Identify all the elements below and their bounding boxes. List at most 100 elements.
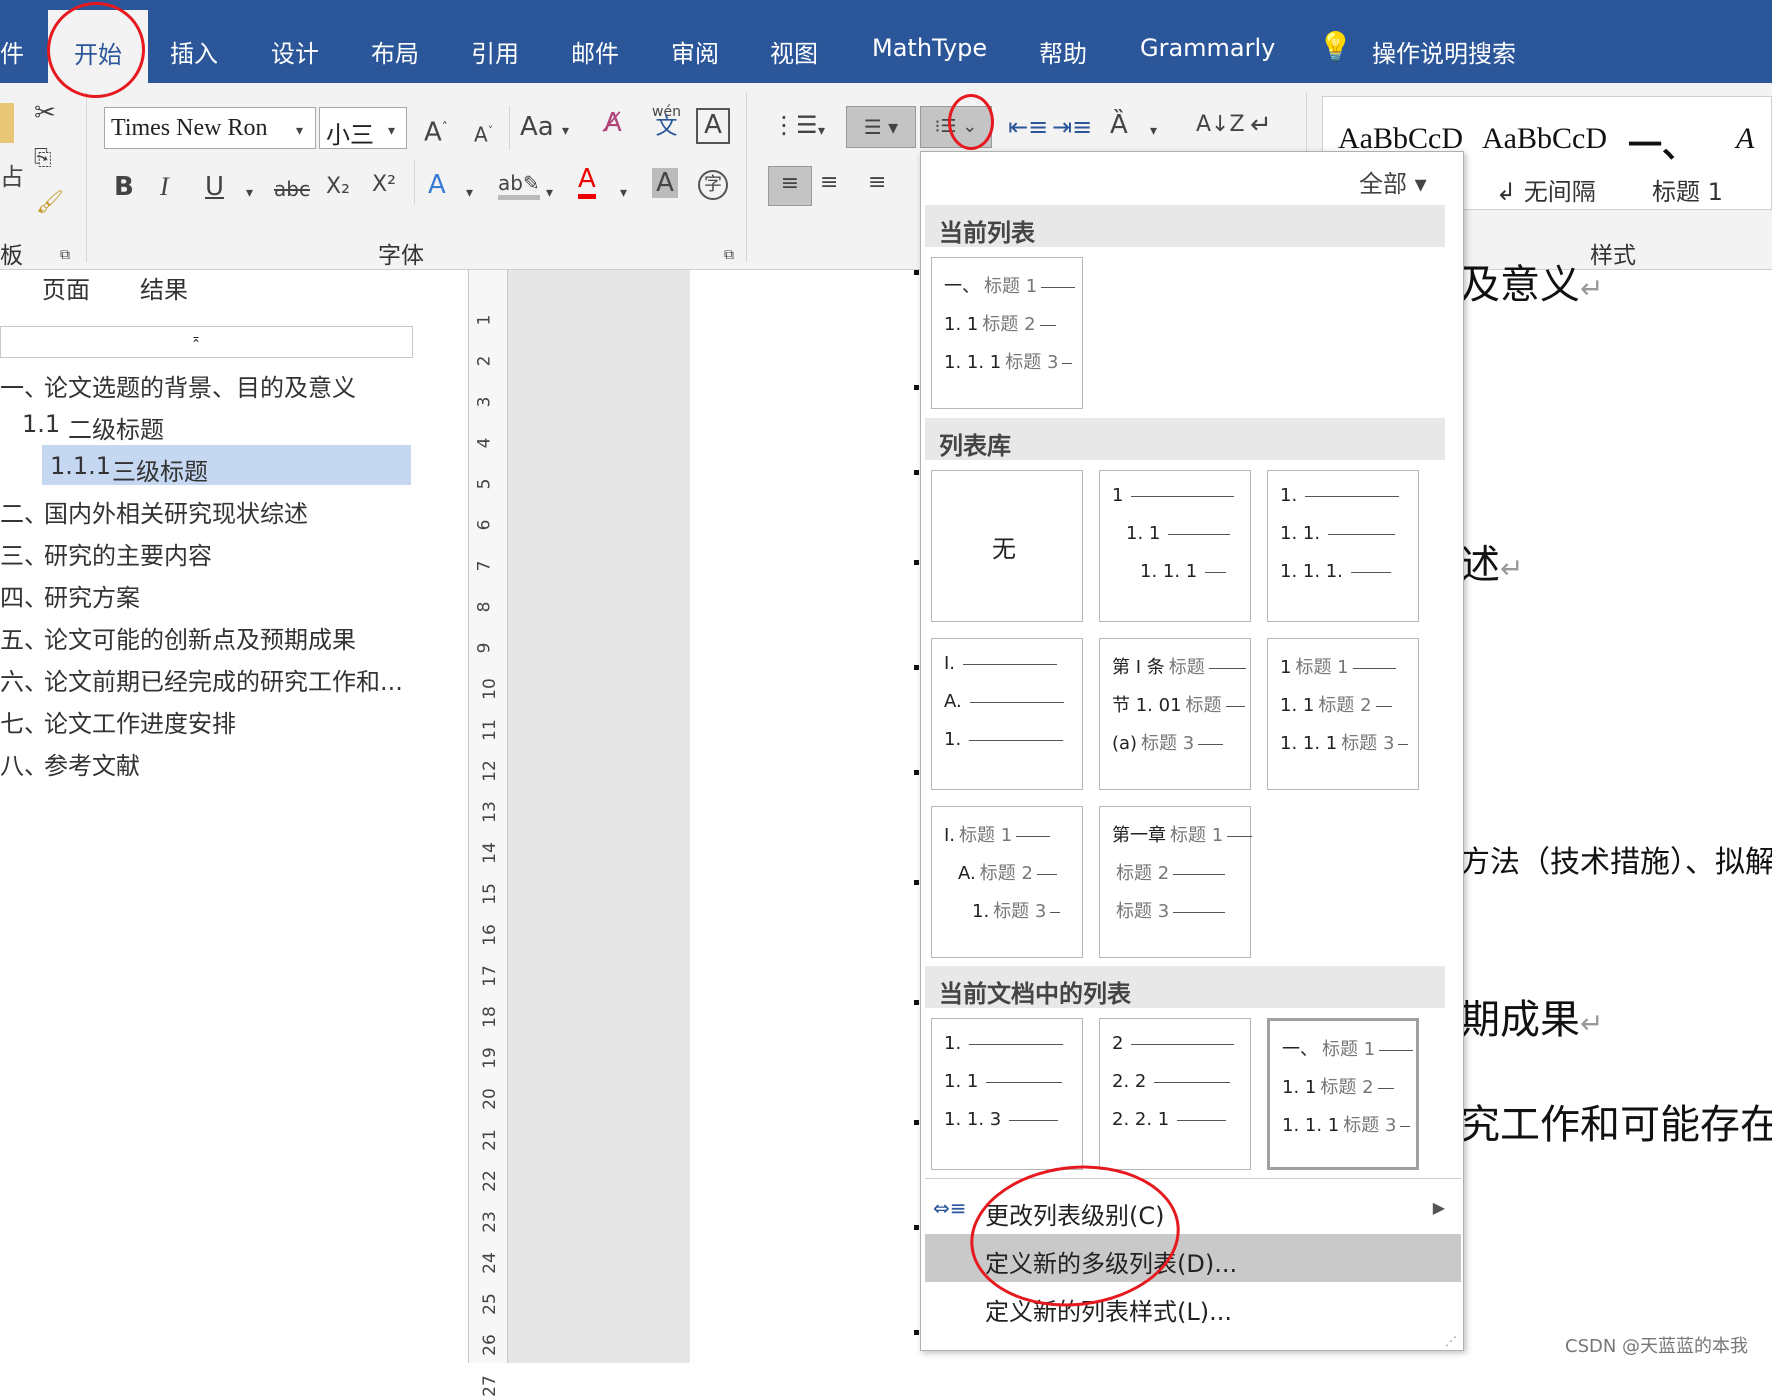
nav-item[interactable]: 三级标题 bbox=[112, 452, 208, 487]
nav-item[interactable]: 二级标题 bbox=[68, 410, 164, 445]
list-level-line: 1. 1. 1 标题 3 bbox=[1282, 1111, 1411, 1137]
list-level-rule bbox=[1375, 705, 1392, 707]
grow-font-icon[interactable]: A˄ bbox=[424, 110, 448, 150]
nav-tab-results[interactable]: 结果 bbox=[140, 270, 188, 305]
chevron-down-icon[interactable]: ▾ bbox=[546, 176, 553, 210]
paste-icon[interactable] bbox=[0, 103, 14, 143]
chevron-down-icon[interactable]: ▾ bbox=[562, 114, 569, 148]
increase-indent-icon[interactable]: ⇥≡ bbox=[1052, 110, 1092, 144]
resize-grip-icon[interactable]: ⋰ bbox=[1445, 1334, 1457, 1348]
list-cell-chapter[interactable]: 第一章 标题 1 标题 2 标题 3 bbox=[1099, 806, 1253, 958]
font-name-box[interactable]: Times New Ron bbox=[104, 107, 316, 149]
bullets-icon[interactable]: ⋮☰ bbox=[772, 108, 818, 142]
nav-item[interactable]: 论文可能的创新点及预期成果 bbox=[44, 620, 356, 655]
list-cell-doc-3[interactable]: 一、 标题 1 1. 1 标题 2 1. 1. 1 标题 3 bbox=[1267, 1018, 1419, 1170]
list-cell-heading-numbered[interactable]: 1 标题 1 1. 1 标题 2 1. 1. 1 标题 3 bbox=[1267, 638, 1419, 790]
superscript-button[interactable]: X² bbox=[372, 168, 396, 202]
tab-insert[interactable]: 插入 bbox=[170, 34, 218, 69]
nav-tab-pages[interactable]: 页面 bbox=[42, 270, 90, 305]
list-cell-numbered-dots[interactable]: 1. 1. 1. 1. 1. 1. bbox=[1267, 470, 1419, 622]
font-launcher-icon[interactable]: ⧉ bbox=[724, 238, 734, 272]
list-cell-numbered[interactable]: 1 1. 1 1. 1. 1 bbox=[1099, 470, 1251, 622]
paste-label[interactable]: 占 bbox=[0, 160, 24, 194]
list-cell-article[interactable]: 第 I 条标题节 1. 01 标题 (a) 标题 3 bbox=[1099, 638, 1251, 790]
style-name-no-spacing[interactable]: ↲ 无间隔 bbox=[1496, 172, 1596, 207]
show-marks-icon[interactable]: ↵ bbox=[1250, 108, 1272, 142]
tab-mathtype[interactable]: MathType bbox=[872, 34, 987, 62]
paragraph-bullet-mark bbox=[914, 1225, 919, 1230]
list-level-text: 标题 1 bbox=[959, 825, 1013, 846]
chevron-down-icon[interactable]: ▾ bbox=[1150, 114, 1157, 148]
nav-item[interactable]: 研究方案 bbox=[44, 578, 140, 613]
tab-references[interactable]: 引用 bbox=[471, 34, 519, 69]
list-cell-none[interactable]: 无 bbox=[931, 470, 1083, 622]
align-center-icon[interactable]: ≡ bbox=[820, 166, 838, 200]
tab-layout[interactable]: 布局 bbox=[371, 34, 419, 69]
filter-all-dropdown[interactable]: 全部 ▾ bbox=[1359, 164, 1427, 199]
nav-item[interactable]: 论文选题的背景、目的及意义 bbox=[44, 368, 356, 403]
tab-mailings[interactable]: 邮件 bbox=[571, 34, 619, 69]
nav-collapse-bar[interactable]: ⌅ bbox=[0, 326, 413, 358]
chevron-down-icon[interactable]: ▾ bbox=[818, 114, 825, 148]
sort-icon[interactable]: A↓Z bbox=[1196, 108, 1245, 142]
style-sample-no-spacing[interactable]: AaBbCcD bbox=[1482, 122, 1607, 156]
tab-view[interactable]: 视图 bbox=[770, 34, 818, 69]
tab-review[interactable]: 审阅 bbox=[671, 34, 719, 69]
enclose-characters-icon[interactable]: 字 bbox=[698, 170, 728, 200]
list-cell-roman-heading[interactable]: I. 标题 1 A. 标题 2 1. 标题 3 bbox=[931, 806, 1083, 958]
underline-button[interactable]: U bbox=[205, 170, 224, 204]
italic-button[interactable]: I bbox=[160, 170, 169, 204]
decrease-indent-icon[interactable]: ⇤≡ bbox=[1008, 110, 1048, 144]
chevron-down-icon[interactable]: ▾ bbox=[296, 114, 303, 148]
nav-item[interactable]: 论文前期已经完成的研究工作和... bbox=[44, 662, 403, 697]
nav-item[interactable]: 参考文献 bbox=[44, 746, 140, 781]
align-left-button[interactable]: ≡ bbox=[768, 166, 812, 206]
numbering-button[interactable]: ☰ ▾ bbox=[846, 106, 916, 148]
tab-grammarly[interactable]: Grammarly bbox=[1140, 34, 1275, 62]
style-sample-more[interactable]: A bbox=[1736, 122, 1754, 156]
list-level-text: 标题 3 bbox=[1116, 901, 1170, 922]
clipboard-launcher-icon[interactable]: ⧉ bbox=[60, 238, 70, 272]
tab-help[interactable]: 帮助 bbox=[1039, 34, 1087, 69]
tab-design[interactable]: 设计 bbox=[271, 34, 319, 69]
strikethrough-button[interactable]: abc bbox=[274, 172, 310, 206]
chevron-down-icon[interactable]: ▾ bbox=[388, 114, 395, 148]
tab-file[interactable]: 件 bbox=[0, 34, 24, 69]
nav-item[interactable]: 研究的主要内容 bbox=[44, 536, 212, 571]
nav-item-number: 1.1 bbox=[22, 410, 61, 438]
lightbulb-icon[interactable]: 💡 bbox=[1318, 30, 1353, 63]
style-name-heading1[interactable]: 标题 1 bbox=[1652, 172, 1723, 207]
font-color-icon[interactable]: A bbox=[578, 164, 596, 199]
list-level-line: 1. 1. 1 bbox=[1140, 561, 1227, 582]
cut-icon[interactable]: ✂ bbox=[34, 96, 56, 130]
vertical-ruler[interactable]: 1 2 3 4 5 6 7 8 9 10 11 12 13 14 15 16 17 18 19 20 21 22 23 24 2… bbox=[468, 270, 508, 1397]
change-case-button[interactable]: Aa bbox=[520, 110, 554, 144]
character-border-icon[interactable]: A bbox=[696, 108, 730, 144]
clear-formatting-icon[interactable]: A̸ bbox=[604, 106, 622, 140]
chevron-down-icon[interactable]: ▾ bbox=[246, 176, 253, 210]
chevron-down-icon[interactable]: ▾ bbox=[620, 176, 627, 210]
style-sample-heading[interactable]: 一、 bbox=[1628, 118, 1696, 167]
bold-button[interactable]: B bbox=[114, 170, 134, 204]
copy-icon[interactable]: ⎘ bbox=[34, 142, 52, 176]
list-cell-roman[interactable]: I. A. 1. bbox=[931, 638, 1083, 790]
nav-item[interactable]: 论文工作进度安排 bbox=[44, 704, 236, 739]
asian-layout-icon[interactable]: Ȁ bbox=[1110, 108, 1128, 142]
chevron-down-icon[interactable]: ▾ bbox=[466, 176, 473, 210]
doc-heading-line-1: 及意义↵ bbox=[1460, 262, 1604, 308]
character-shading-icon[interactable]: A bbox=[652, 168, 678, 198]
list-cell-doc-2[interactable]: 2 2. 2 2. 2. 1 bbox=[1099, 1018, 1251, 1170]
align-right-icon[interactable]: ≡ bbox=[868, 166, 886, 200]
collapse-icon[interactable]: ⌅ bbox=[191, 331, 201, 345]
highlight-color-icon[interactable]: ab✎ bbox=[498, 166, 540, 200]
list-cell-current[interactable]: 一、 标题 1 1. 1 标题 2 1. 1. 1 标题 3 bbox=[931, 257, 1083, 409]
subscript-button[interactable]: X₂ bbox=[326, 170, 350, 204]
tell-me-search[interactable]: 操作说明搜索 bbox=[1372, 34, 1516, 69]
text-effects-icon[interactable]: A bbox=[428, 168, 446, 202]
list-cell-doc-1[interactable]: 1. 1. 1 1. 1. 3 bbox=[931, 1018, 1083, 1170]
nav-item[interactable]: 国内外相关研究现状综述 bbox=[44, 494, 308, 529]
format-painter-icon[interactable]: 🖌 bbox=[36, 186, 64, 220]
list-level-line: 2. 2. 1 bbox=[1112, 1109, 1227, 1130]
shrink-font-icon[interactable]: A˅ bbox=[474, 114, 493, 152]
phonetic-guide-icon[interactable]: wén 文 bbox=[652, 104, 681, 139]
